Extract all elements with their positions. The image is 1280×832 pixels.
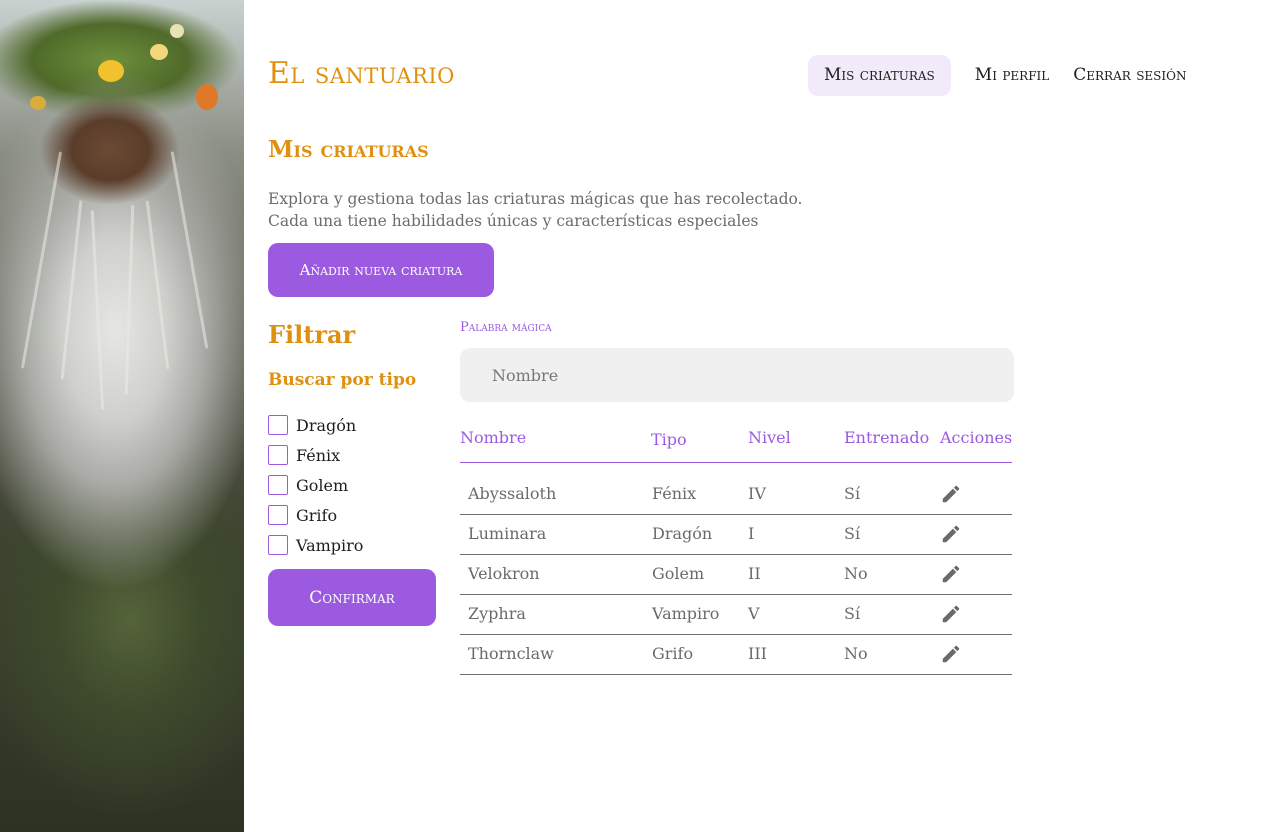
cell-trained: Sí	[844, 524, 861, 543]
cell-trained: No	[844, 644, 868, 663]
type-label: Fénix	[296, 445, 341, 465]
cell-level: IV	[748, 484, 766, 503]
table-header: Nombre Tipo Nivel Entrenado Acciones	[460, 420, 1012, 463]
cell-type: Golem	[652, 564, 705, 583]
page: El santuario Mis criaturas Mi perfil Cer…	[0, 0, 1280, 832]
checkbox[interactable]	[268, 505, 288, 525]
column-header-trained[interactable]: Entrenado	[844, 428, 929, 447]
cell-trained: Sí	[844, 484, 861, 503]
cell-name: Zyphra	[468, 604, 526, 623]
type-filter-griffin[interactable]: Grifo	[268, 500, 363, 530]
search-label: Palabra mágica	[460, 320, 552, 335]
druid-portrait-image	[0, 0, 244, 832]
type-label: Dragón	[296, 415, 357, 435]
cell-level: III	[748, 644, 767, 663]
cell-level: V	[748, 604, 760, 623]
type-filter-phoenix[interactable]: Fénix	[268, 440, 363, 470]
table-row[interactable]: Zyphra Vampiro V Sí	[460, 595, 1012, 635]
column-header-level[interactable]: Nivel	[748, 428, 791, 447]
cell-name: Thornclaw	[468, 644, 554, 663]
table-body: Abyssaloth Fénix IV Sí Luminara Dragón I…	[460, 475, 1012, 675]
column-header-actions: Acciones	[940, 428, 1013, 447]
cell-trained: Sí	[844, 604, 861, 623]
filter-subtitle: Buscar por tipo	[268, 370, 417, 390]
page-intro: Explora y gestiona todas las criaturas m…	[268, 190, 803, 230]
pencil-icon[interactable]	[940, 643, 962, 665]
confirm-filter-button[interactable]: Confirmar	[268, 569, 436, 626]
cell-type: Grifo	[652, 644, 694, 663]
column-header-name[interactable]: Nombre	[460, 428, 526, 447]
cell-name: Velokron	[468, 564, 540, 583]
table-row[interactable]: Velokron Golem II No	[460, 555, 1012, 595]
page-title: Mis criaturas	[268, 136, 429, 163]
checkbox[interactable]	[268, 535, 288, 555]
type-filter-list: Dragón Fénix Golem Grifo Vampiro	[268, 410, 363, 560]
type-label: Grifo	[296, 505, 338, 525]
pencil-icon[interactable]	[940, 603, 962, 625]
checkbox[interactable]	[268, 475, 288, 495]
cell-name: Luminara	[468, 524, 547, 543]
cell-level: II	[748, 564, 761, 583]
cell-type: Dragón	[652, 524, 713, 543]
nav-logout[interactable]: Cerrar sesión	[1057, 55, 1202, 96]
cell-type: Vampiro	[652, 604, 720, 623]
cell-trained: No	[844, 564, 868, 583]
site-brand[interactable]: El santuario	[268, 56, 455, 91]
column-header-type[interactable]: Tipo	[651, 430, 687, 449]
add-creature-button[interactable]: Añadir nueva criatura	[268, 243, 494, 297]
type-filter-vampire[interactable]: Vampiro	[268, 530, 363, 560]
cell-level: I	[748, 524, 755, 543]
checkbox[interactable]	[268, 445, 288, 465]
nav-my-profile[interactable]: Mi perfil	[959, 55, 1065, 96]
cell-name: Abyssaloth	[468, 484, 557, 503]
pencil-icon[interactable]	[940, 483, 962, 505]
type-filter-golem[interactable]: Golem	[268, 470, 363, 500]
table-row[interactable]: Abyssaloth Fénix IV Sí	[460, 475, 1012, 515]
search-input[interactable]	[460, 348, 1014, 402]
type-label: Golem	[296, 475, 349, 495]
nav-my-creatures[interactable]: Mis criaturas	[808, 55, 951, 96]
table-row[interactable]: Luminara Dragón I Sí	[460, 515, 1012, 555]
type-filter-dragon[interactable]: Dragón	[268, 410, 363, 440]
checkbox[interactable]	[268, 415, 288, 435]
table-row[interactable]: Thornclaw Grifo III No	[460, 635, 1012, 675]
type-label: Vampiro	[296, 535, 364, 555]
filter-title: Filtrar	[268, 320, 356, 349]
creatures-table: Nombre Tipo Nivel Entrenado Acciones Aby…	[460, 420, 1012, 675]
pencil-icon[interactable]	[940, 563, 962, 585]
cell-type: Fénix	[652, 484, 697, 503]
top-nav: Mis criaturas Mi perfil Cerrar sesión	[808, 55, 1202, 96]
pencil-icon[interactable]	[940, 523, 962, 545]
